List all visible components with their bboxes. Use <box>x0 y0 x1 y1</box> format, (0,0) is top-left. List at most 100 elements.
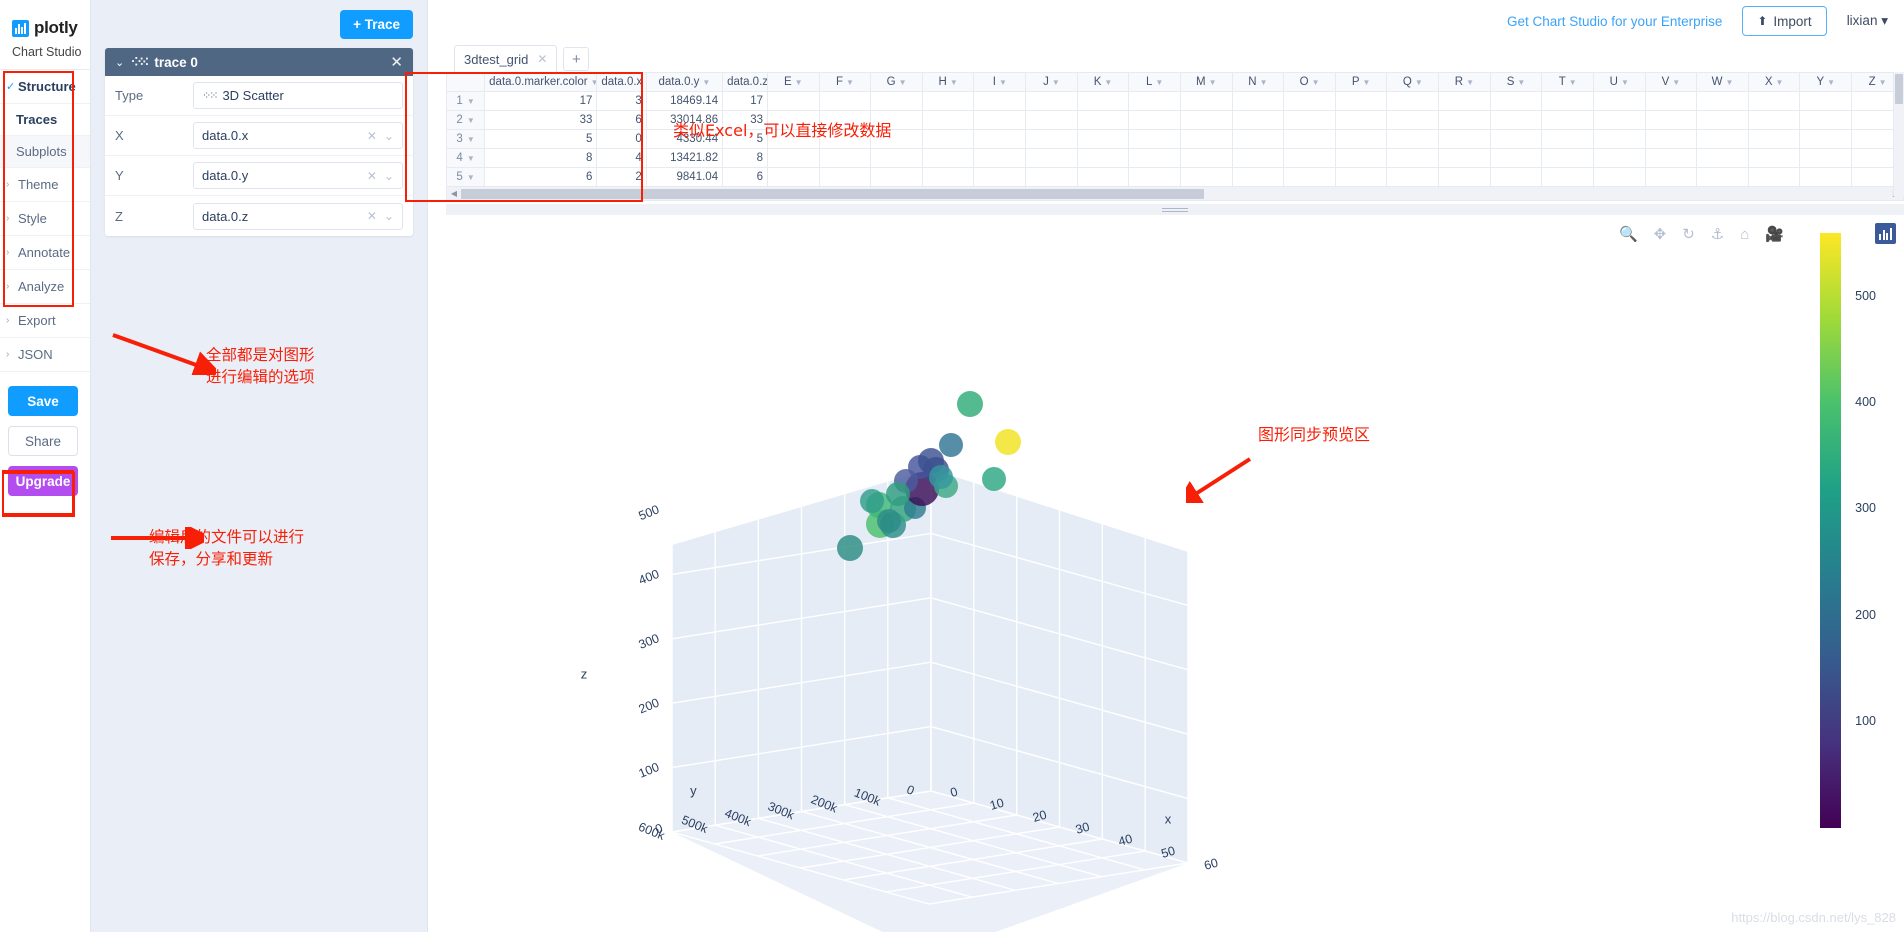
grid-col-header[interactable]: M ▼ <box>1179 72 1233 92</box>
grid-vertical-scrollbar[interactable] <box>1893 72 1904 196</box>
chevron-down-icon[interactable]: ⌄ <box>384 129 394 143</box>
grid-cell[interactable] <box>1386 129 1440 149</box>
grid-col-header[interactable]: data.0.x▼ <box>596 72 647 92</box>
close-icon[interactable]: ✕ <box>390 53 403 71</box>
grid-cell[interactable] <box>1799 129 1853 149</box>
z-data-select[interactable]: data.0.z ✕ ⌄ <box>193 202 403 230</box>
grid-cell[interactable] <box>1076 91 1130 111</box>
grid-row-header[interactable]: 2 ▼ <box>446 110 486 130</box>
grid-cell[interactable] <box>1179 91 1233 111</box>
scatter-point[interactable] <box>982 467 1006 491</box>
grid-cell[interactable] <box>1438 110 1491 130</box>
grid-cell[interactable] <box>1644 129 1698 149</box>
close-icon[interactable]: ✕ <box>537 52 547 66</box>
grid-cell[interactable] <box>1179 129 1233 149</box>
grid-cell[interactable] <box>766 167 820 187</box>
grid-cell[interactable] <box>1592 110 1646 130</box>
grid-cell[interactable] <box>1386 148 1440 168</box>
grid-cell[interactable] <box>1231 148 1285 168</box>
caret-down-icon[interactable]: ▼ <box>846 78 854 87</box>
chevron-down-icon[interactable]: ⌄ <box>384 169 394 183</box>
grid-cell[interactable]: 5 <box>484 129 598 149</box>
scatter3d-plot[interactable]: 01020304050600100k200k300k400k500k600k10… <box>446 215 1904 932</box>
caret-down-icon[interactable]: ▼ <box>1104 78 1112 87</box>
caret-down-icon[interactable]: ▼ <box>1415 78 1423 87</box>
grid-cell[interactable] <box>1283 110 1336 130</box>
grid-cell[interactable] <box>1386 110 1440 130</box>
grid-col-header[interactable]: W ▼ <box>1696 72 1749 92</box>
grid-horizontal-scrollbar[interactable]: ◀▶ <box>446 187 1904 201</box>
grid-cell[interactable] <box>1128 148 1181 168</box>
grid-cell[interactable] <box>1231 129 1285 149</box>
grid-cell[interactable] <box>1489 129 1543 149</box>
sidebar-item-subplots[interactable]: Subplots <box>0 136 90 168</box>
grid-cell[interactable] <box>818 91 872 111</box>
grid-cell[interactable] <box>1696 167 1749 187</box>
caret-down-icon[interactable]: ▼ <box>899 78 907 87</box>
chevron-down-icon[interactable]: ⌄ <box>384 209 394 223</box>
grid-cell[interactable] <box>1541 129 1594 149</box>
grid-col-header[interactable]: data.0.y ▼ <box>645 72 724 92</box>
caret-down-icon[interactable]: ▼ <box>1569 78 1577 87</box>
grid-cell[interactable]: 8 <box>722 148 768 168</box>
grid-cell[interactable] <box>1231 91 1285 111</box>
scatter-point[interactable] <box>860 489 884 513</box>
scatter-point[interactable] <box>929 465 953 489</box>
grid-cell[interactable] <box>1283 129 1336 149</box>
sidebar-item-style[interactable]: › Style <box>0 202 90 236</box>
caret-down-icon[interactable]: ▼ <box>467 173 475 182</box>
grid-cell[interactable]: 6 <box>596 110 647 130</box>
grid-cell[interactable] <box>1541 110 1594 130</box>
sidebar-item-traces[interactable]: Traces <box>0 104 90 136</box>
add-trace-button[interactable]: + Trace <box>340 9 413 39</box>
grid-cell[interactable] <box>1799 167 1853 187</box>
grid-cell[interactable] <box>1747 129 1801 149</box>
grid-cell[interactable] <box>1592 129 1646 149</box>
grid-cell[interactable] <box>1076 110 1130 130</box>
grid-col-header[interactable]: U ▼ <box>1592 72 1646 92</box>
grid-cell[interactable] <box>1283 167 1336 187</box>
grid-col-header[interactable]: Y ▼ <box>1799 72 1853 92</box>
caret-down-icon[interactable]: ▼ <box>1209 78 1217 87</box>
sidebar-item-export[interactable]: › Export <box>0 304 90 338</box>
grid-cell[interactable] <box>1076 167 1130 187</box>
table-row[interactable]: 1 ▼ 17 3 18469.14 17 <box>446 91 1904 111</box>
caret-down-icon[interactable]: ▼ <box>467 154 475 163</box>
grid-cell[interactable]: 2 <box>596 167 647 187</box>
grid-col-header[interactable]: I ▼ <box>973 72 1027 92</box>
y-data-select[interactable]: data.0.y ✕ ⌄ <box>193 162 403 189</box>
grid-cell[interactable] <box>1644 148 1698 168</box>
scatter-point[interactable] <box>837 535 863 561</box>
grid-plot-splitter[interactable] <box>446 204 1904 215</box>
sidebar-item-structure[interactable]: ✓ Structure <box>0 70 90 104</box>
grid-cell[interactable] <box>1489 148 1543 168</box>
caret-down-icon[interactable]: ▼ <box>1621 78 1629 87</box>
grid-cell[interactable] <box>1592 148 1646 168</box>
grid-cell[interactable] <box>1231 167 1285 187</box>
grid-cell[interactable] <box>973 148 1027 168</box>
grid-col-header[interactable]: R ▼ <box>1438 72 1491 92</box>
caret-down-icon[interactable]: ▼ <box>1312 78 1320 87</box>
caret-down-icon[interactable]: ▼ <box>702 78 710 87</box>
grid-cell[interactable] <box>1747 110 1801 130</box>
caret-down-icon[interactable]: ▼ <box>1776 78 1784 87</box>
grid-row-header[interactable]: 3 ▼ <box>446 129 486 149</box>
grid-cell[interactable] <box>1747 167 1801 187</box>
grid-col-header[interactable]: J ▼ <box>1025 72 1078 92</box>
grid-col-header[interactable]: X ▼ <box>1747 72 1801 92</box>
clear-icon[interactable]: ✕ <box>367 209 377 223</box>
grid-cell[interactable] <box>1592 91 1646 111</box>
grid-cell[interactable] <box>1747 91 1801 111</box>
trace-type-select[interactable]: ⁘⁙ 3D Scatter <box>193 82 403 109</box>
caret-down-icon[interactable]: ▼ <box>467 116 475 125</box>
grid-cell[interactable] <box>973 110 1027 130</box>
caret-down-icon[interactable]: ▼ <box>1155 78 1163 87</box>
grid-col-header[interactable]: Q ▼ <box>1386 72 1440 92</box>
grid-cell[interactable] <box>1076 148 1130 168</box>
grid-cell[interactable] <box>921 148 975 168</box>
grid-cell[interactable] <box>1076 129 1130 149</box>
x-data-select[interactable]: data.0.x ✕ ⌄ <box>193 122 403 149</box>
grid-cell[interactable]: 13421.82 <box>645 148 724 168</box>
grid-cell[interactable] <box>1541 91 1594 111</box>
grid-col-header[interactable]: P ▼ <box>1334 72 1388 92</box>
